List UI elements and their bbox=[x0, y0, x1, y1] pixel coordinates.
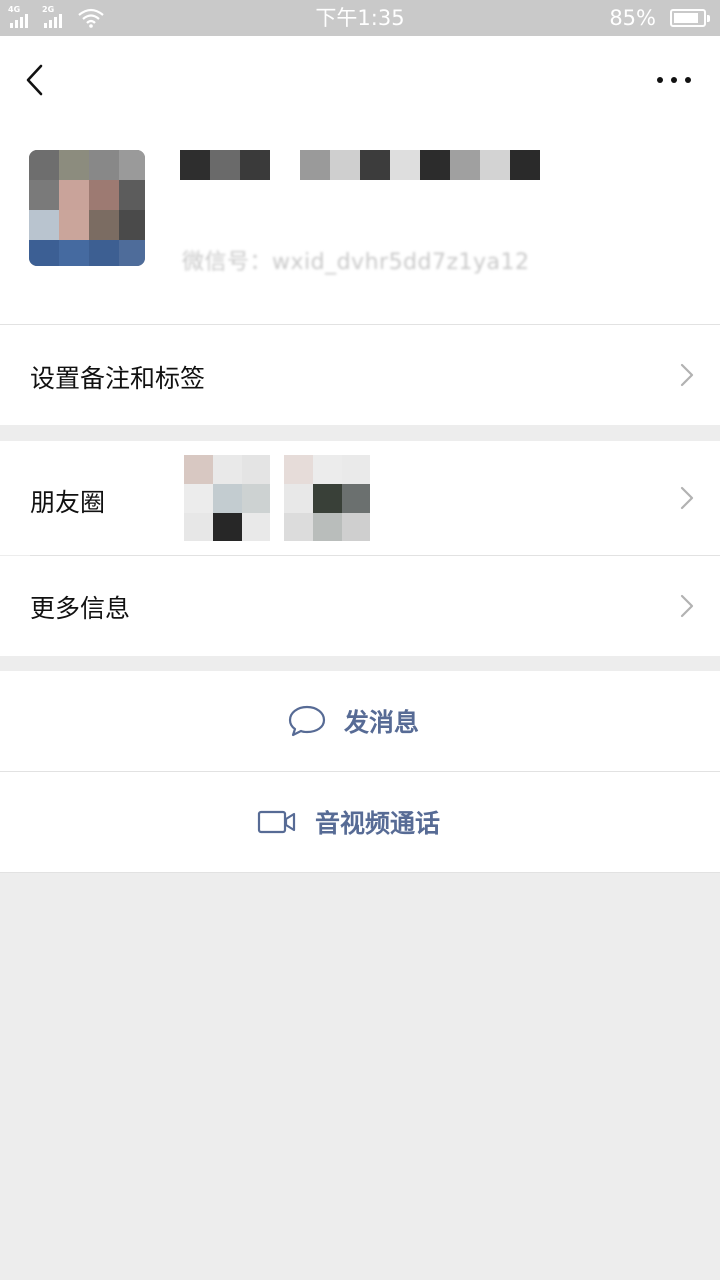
moments-thumbnail-1 bbox=[184, 455, 270, 541]
wechat-id: 微信号：wxid_dvhr5dd7z1ya12 bbox=[182, 250, 530, 275]
bottom-divider bbox=[0, 872, 720, 873]
profile-header: 微信号：wxid_dvhr5dd7z1ya12 bbox=[0, 36, 720, 324]
more-button[interactable] bbox=[652, 64, 696, 96]
moments-thumbnail-2 bbox=[284, 455, 370, 541]
battery-icon bbox=[670, 9, 710, 27]
row-more-info[interactable]: 更多信息 bbox=[0, 556, 720, 656]
send-message-label: 发消息 bbox=[344, 708, 420, 737]
battery-fill bbox=[674, 13, 698, 23]
video-camera-icon bbox=[257, 810, 296, 834]
remark-tags-label: 设置备注和标签 bbox=[30, 364, 206, 393]
chevron-right-icon bbox=[680, 486, 694, 510]
status-bar: 4G 2G 下午1:35 85% bbox=[0, 0, 720, 36]
chat-bubble-icon bbox=[288, 705, 326, 737]
battery-percent: 85% bbox=[609, 6, 656, 30]
nickname-blurred bbox=[180, 150, 540, 180]
more-info-label: 更多信息 bbox=[30, 594, 131, 623]
chevron-left-icon bbox=[26, 64, 43, 96]
moments-label: 朋友圈 bbox=[30, 488, 106, 517]
row-remark-tags[interactable]: 设置备注和标签 bbox=[0, 325, 720, 425]
video-call-button[interactable]: 音视频通话 bbox=[0, 772, 720, 872]
chevron-right-icon bbox=[680, 594, 694, 618]
avatar[interactable] bbox=[29, 150, 145, 266]
video-call-label: 音视频通话 bbox=[315, 809, 441, 838]
send-message-button[interactable]: 发消息 bbox=[0, 671, 720, 771]
back-button[interactable] bbox=[14, 58, 58, 102]
row-moments[interactable]: 朋友圈 bbox=[0, 441, 720, 555]
chevron-right-icon bbox=[680, 363, 694, 387]
more-dots-icon bbox=[657, 77, 691, 83]
